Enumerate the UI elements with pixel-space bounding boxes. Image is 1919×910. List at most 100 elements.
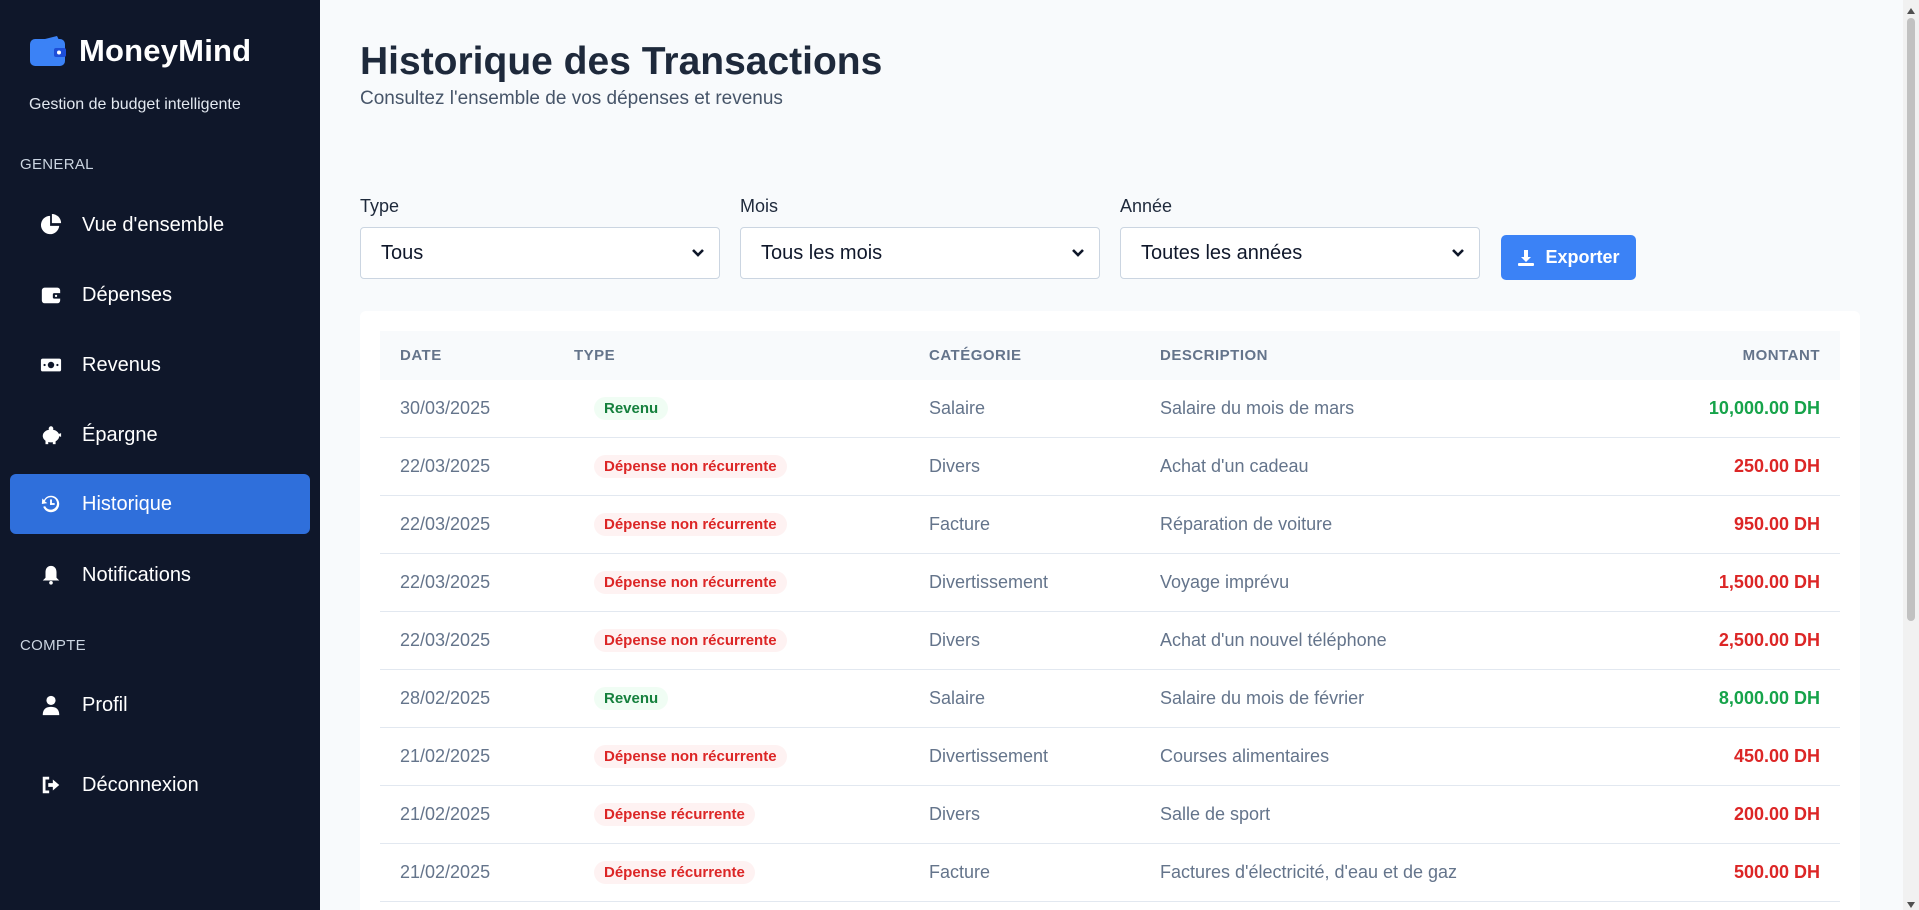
cell-date: 22/03/2025 (400, 572, 491, 592)
table-row[interactable]: 22/03/2025 Dépense non récurrente Divers Ac… (380, 612, 1840, 670)
transactions-table: DATE TYPE CATÉGORIE DESCRIPTION MONTANT … (360, 311, 1860, 910)
cell-category: Salaire (929, 398, 986, 418)
sidebar-item-history[interactable]: Historique (10, 474, 310, 534)
scroll-up-icon[interactable] (1906, 3, 1916, 14)
type-badge: Dépense non récurrente (594, 513, 787, 536)
table-row[interactable]: 21/02/2025 Dépense non récurrente Divertis… (380, 728, 1840, 786)
column-header-amount[interactable]: MONTANT (1743, 347, 1820, 364)
user-icon (38, 692, 64, 718)
month-select-value: Tous les mois (761, 241, 883, 264)
table-row[interactable]: 30/03/2025 Revenu Salaire Salaire du mois d… (380, 380, 1840, 438)
page-scrollbar[interactable] (1903, 0, 1919, 910)
cell-date: 22/03/2025 (400, 514, 491, 534)
sidebar-item-savings[interactable]: Épargne (10, 405, 310, 465)
cell-type: Dépense non récurrente (594, 629, 787, 652)
sidebar-item-label: Épargne (82, 423, 158, 446)
year-select[interactable]: Toutes les années (1120, 227, 1480, 279)
cell-type: Dépense récurrente (594, 861, 755, 884)
table-row[interactable]: 28/02/2025 Revenu Salaire Salaire du mois d… (380, 670, 1840, 728)
cell-amount: 950.00 DH (1733, 514, 1820, 534)
cell-category: Divers (929, 456, 981, 476)
cell-category: Divers (929, 630, 981, 650)
cell-category: Divertissement (929, 746, 1049, 766)
cell-description: Achat d'un cadeau (1160, 456, 1309, 476)
column-header-category[interactable]: CATÉGORIE (929, 347, 1022, 364)
sidebar-item-expenses[interactable]: Dépenses (10, 265, 310, 325)
cell-date: 21/02/2025 (400, 804, 491, 824)
month-select[interactable]: Tous les mois (740, 227, 1100, 279)
brand[interactable]: MoneyMind (29, 33, 251, 69)
wallet-icon (30, 36, 66, 66)
cell-type: Dépense récurrente (594, 803, 755, 826)
cell-date: 21/02/2025 (400, 862, 491, 882)
export-button[interactable]: Exporter (1501, 235, 1636, 280)
sidebar-item-label: Déconnexion (82, 773, 199, 796)
cell-date: 28/02/2025 (400, 688, 491, 708)
money-bill-icon (38, 352, 64, 378)
cell-date: 21/02/2025 (400, 746, 491, 766)
sidebar-item-label: Profil (82, 693, 128, 716)
type-badge: Dépense non récurrente (594, 455, 787, 478)
type-select[interactable]: Tous (360, 227, 720, 279)
type-filter-label: Type (360, 196, 400, 216)
sidebar-item-profile[interactable]: Profil (10, 675, 310, 735)
cell-description: Salaire du mois de février (1160, 688, 1365, 708)
cell-type: Dépense non récurrente (594, 745, 787, 768)
app-tagline: Gestion de budget intelligente (29, 96, 241, 113)
column-header-description[interactable]: DESCRIPTION (1160, 347, 1268, 364)
table-row[interactable]: 21/02/2025 Dépense récurrente Divers Salle … (380, 786, 1840, 844)
cell-category: Facture (929, 862, 991, 882)
month-filter: Mois Tous les mois (740, 196, 1100, 279)
wallet-icon (38, 282, 64, 308)
table-row[interactable]: 22/03/2025 Dépense non récurrente Facture R… (380, 496, 1840, 554)
history-icon (38, 491, 64, 517)
cell-type: Revenu (594, 397, 669, 420)
cell-type: Revenu (594, 687, 669, 710)
type-badge: Revenu (594, 687, 669, 710)
cell-description: Voyage imprévu (1160, 572, 1290, 592)
sidebar-item-overview[interactable]: Vue d'ensemble (10, 195, 310, 255)
table-header: DATE TYPE CATÉGORIE DESCRIPTION MONTANT (380, 331, 1840, 380)
piggy-bank-icon (38, 422, 64, 448)
cell-category: Divers (929, 804, 981, 824)
cell-amount: 1,500.00 DH (1718, 572, 1820, 592)
cell-amount: 250.00 DH (1733, 456, 1820, 476)
column-header-type[interactable]: TYPE (574, 347, 615, 364)
sidebar-item-label: Historique (82, 492, 173, 515)
scroll-thumb[interactable] (1907, 18, 1915, 621)
type-badge: Dépense non récurrente (594, 571, 787, 594)
column-header-date[interactable]: DATE (400, 347, 442, 364)
month-filter-label: Mois (740, 196, 779, 216)
table-row[interactable]: 22/03/2025 Dépense non récurrente Divertis… (380, 554, 1840, 612)
cell-description: Salaire du mois de mars (1160, 398, 1355, 418)
cell-category: Facture (929, 514, 991, 534)
cell-amount: 500.00 DH (1733, 862, 1820, 882)
type-badge: Dépense récurrente (594, 861, 755, 884)
sidebar-item-logout[interactable]: Déconnexion (10, 755, 310, 815)
cell-date: 30/03/2025 (400, 398, 491, 418)
year-select-value: Toutes les années (1141, 241, 1303, 264)
type-filter: Type Tous (360, 196, 720, 279)
cell-amount: 8,000.00 DH (1718, 688, 1820, 708)
year-filter-label: Année (1120, 196, 1173, 216)
logout-icon (38, 772, 64, 798)
sidebar-item-label: Dépenses (82, 283, 173, 306)
table-row[interactable]: 21/02/2025 Dépense récurrente Facture Factu… (380, 844, 1840, 902)
cell-amount: 2,500.00 DH (1718, 630, 1820, 650)
chevron-down-icon (1071, 242, 1085, 265)
download-icon (1518, 249, 1535, 266)
cell-category: Salaire (929, 688, 986, 708)
type-badge: Dépense récurrente (594, 803, 755, 826)
table-row[interactable]: 22/03/2025 Dépense non récurrente Divers Ac… (380, 438, 1840, 496)
chevron-down-icon (1451, 242, 1465, 265)
sidebar-item-label: Vue d'ensemble (82, 213, 225, 236)
scroll-down-icon[interactable] (1906, 897, 1916, 908)
cell-amount: 10,000.00 DH (1708, 398, 1820, 418)
section-label-general: GENERAL (20, 156, 94, 173)
sidebar-item-label: Revenus (82, 353, 161, 376)
pie-chart-icon (38, 212, 64, 238)
sidebar-item-notifications[interactable]: Notifications (10, 545, 310, 605)
sidebar-item-income[interactable]: Revenus (10, 335, 310, 395)
type-badge: Revenu (594, 397, 669, 420)
cell-type: Dépense non récurrente (594, 455, 787, 478)
